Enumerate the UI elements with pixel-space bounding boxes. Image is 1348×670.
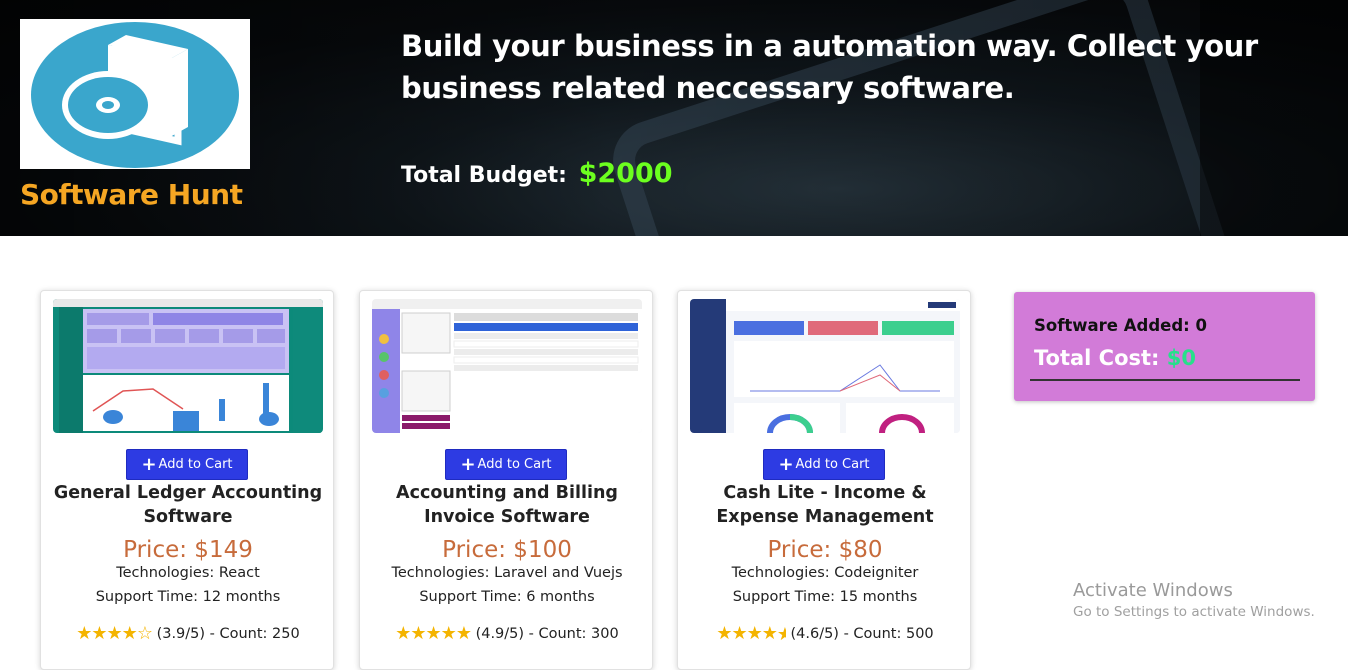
product-name: Accounting and Billing Invoice Software <box>396 483 618 527</box>
product-screenshot <box>53 299 323 433</box>
star-rating-icon: ★★★★☆ <box>76 623 153 644</box>
plus-icon: + <box>778 453 794 475</box>
product-price: Price: $80 <box>767 537 883 563</box>
cart-summary: Software Added: 0 Total Cost: $0 <box>1014 292 1315 401</box>
logo[interactable] <box>20 19 250 169</box>
product-support-time: Support Time: 12 months <box>95 589 281 605</box>
product-rating: ★★★★★ (4.9/5) - Count: 300 <box>360 623 654 644</box>
product-technologies: Technologies: Codeigniter <box>731 565 919 581</box>
add-to-cart-button[interactable]: + Add to Cart <box>126 449 248 480</box>
rating-text: (4.6/5) - Count: 500 <box>790 626 934 642</box>
product-support-time: Support Time: 6 months <box>419 589 595 605</box>
product-price: Price: $100 <box>442 537 572 563</box>
product-screenshot-image <box>372 299 642 433</box>
activation-watermark-subtitle: Go to Settings to activate Windows. <box>1073 604 1315 620</box>
product-support-time: Support Time: 15 months <box>732 589 918 605</box>
budget-amount: $2000 <box>578 158 673 189</box>
rating-text: (4.9/5) - Count: 300 <box>475 626 619 642</box>
product-card: + Add to Cart Cash Lite - Income & Expen… <box>677 290 971 670</box>
product-card: + Add to Cart Accounting and Billing Inv… <box>359 290 653 670</box>
product-technologies: Technologies: React <box>116 565 260 581</box>
hero-tagline: Build your business in a automation way.… <box>401 29 1258 105</box>
product-screenshot-image <box>690 299 960 433</box>
product-card: + Add to Cart General Ledger Accounting … <box>40 290 334 670</box>
add-to-cart-label: Add to Cart <box>477 457 552 472</box>
rating-text: (3.9/5) - Count: 250 <box>156 626 300 642</box>
star-rating-icon: ★★★★★ <box>716 623 786 645</box>
product-rating: ★★★★☆ (3.9/5) - Count: 250 <box>41 623 335 644</box>
product-screenshot <box>690 299 960 433</box>
total-budget: Total Budget: $2000 <box>401 158 673 189</box>
software-box-disc-icon <box>31 22 239 168</box>
brand-name: Software Hunt <box>20 178 243 211</box>
product-name: General Ledger Accounting Software <box>53 483 323 527</box>
product-screenshot-image <box>53 299 323 433</box>
product-screenshot <box>372 299 642 433</box>
star-rating-icon: ★★★★★ <box>395 623 472 644</box>
product-name: Cash Lite - Income & Expense Management <box>716 483 934 527</box>
total-cost-label: Total Cost: <box>1034 346 1160 370</box>
total-cost-amount: $0 <box>1166 346 1197 370</box>
add-to-cart-label: Add to Cart <box>795 457 870 472</box>
plus-icon: + <box>141 453 157 475</box>
add-to-cart-button[interactable]: + Add to Cart <box>445 449 567 480</box>
plus-icon: + <box>460 453 476 475</box>
hero-banner: Software Hunt Build your business in a a… <box>0 0 1348 236</box>
cart-divider <box>1030 379 1300 381</box>
software-added-count: Software Added: 0 <box>1034 316 1207 335</box>
add-to-cart-label: Add to Cart <box>158 457 233 472</box>
budget-label: Total Budget: <box>401 163 567 188</box>
product-price: Price: $149 <box>123 537 253 563</box>
add-to-cart-button[interactable]: + Add to Cart <box>763 449 885 480</box>
product-technologies: Technologies: Laravel and Vuejs <box>391 565 623 581</box>
activation-watermark-title: Activate Windows <box>1073 580 1233 601</box>
total-cost: Total Cost: $0 <box>1034 346 1196 370</box>
product-rating: ★★★★★ (4.6/5) - Count: 500 <box>678 623 972 645</box>
